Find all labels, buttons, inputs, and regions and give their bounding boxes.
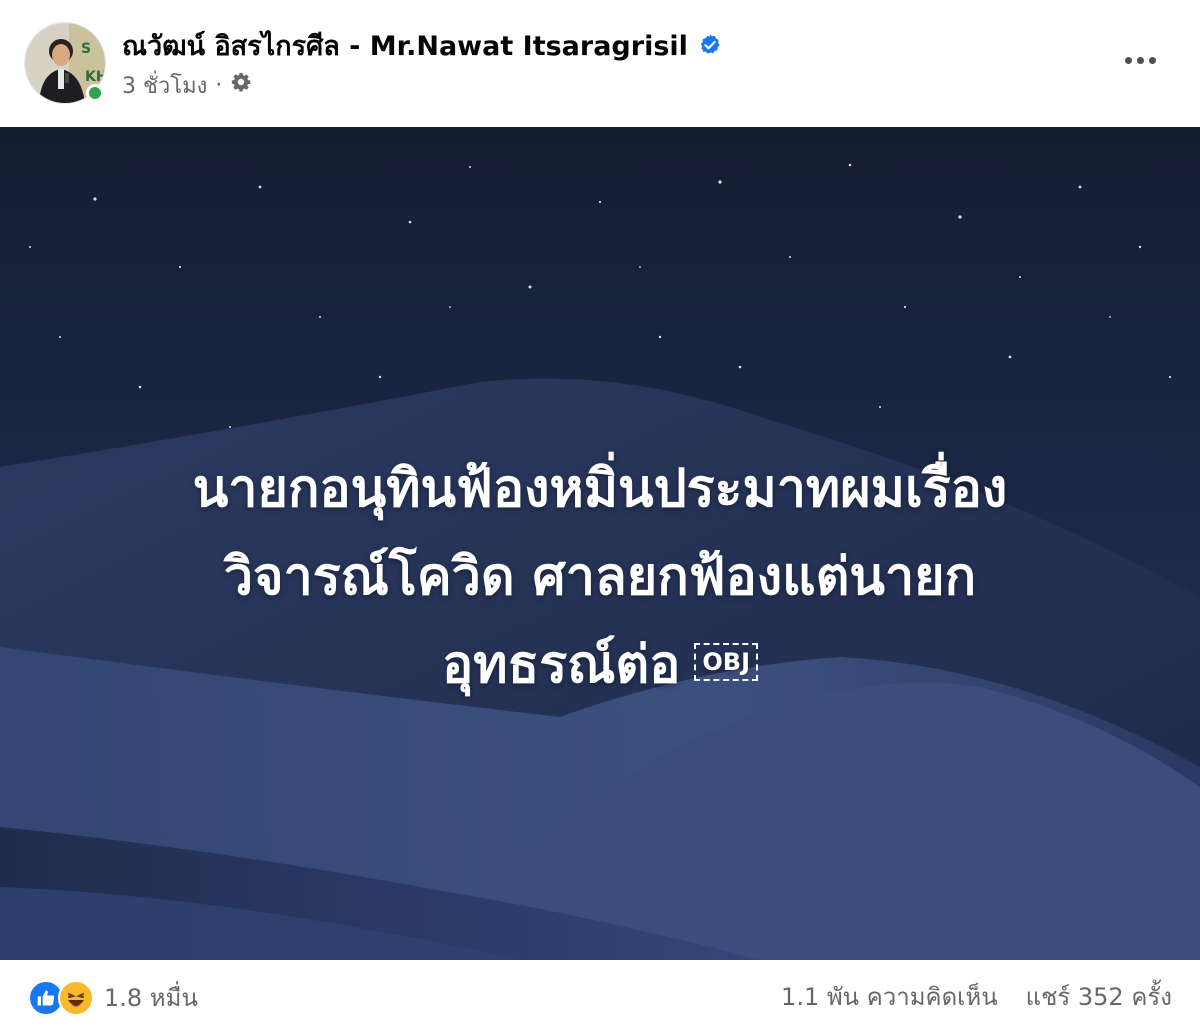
author-name[interactable]: ณวัฒน์ อิสรไกรศีล - Mr.Nawat Itsaragrisi… (122, 24, 688, 67)
meta-separator: · (215, 72, 223, 98)
haha-reaction-icon (58, 979, 94, 1016)
svg-text:S: S (81, 41, 91, 57)
post-image[interactable]: นายกอนุทินฟ้องหมิ่นประมาทผมเรื่อง วิจารณ… (0, 127, 1200, 960)
dot (1124, 56, 1132, 64)
reaction-count: 1.8 หมื่น (104, 984, 198, 1012)
object-placeholder: OBJ (694, 643, 759, 681)
post-meta: 3 ชั่วโมง · (122, 70, 252, 100)
overlay-line-2: วิจารณ์โควิด ศาลยกฟ้องแต่นายก (223, 547, 977, 607)
image-overlay-text: นายกอนุทินฟ้องหมิ่นประมาทผมเรื่อง วิจารณ… (60, 445, 1140, 709)
more-options-icon[interactable] (1120, 44, 1160, 76)
comments-count-link[interactable]: 1.1 พัน ความคิดเห็น (781, 977, 998, 1016)
overlay-line-1: นายกอนุทินฟ้องหมิ่นประมาทผมเรื่อง (192, 459, 1008, 519)
svg-text:KH: KH (85, 69, 105, 85)
reactions-summary[interactable]: 1.8 หมื่น (28, 978, 198, 1017)
shares-count-link[interactable]: แชร์ 352 ครั้ง (1026, 977, 1172, 1016)
online-status-indicator (86, 84, 104, 102)
engagement-stats: 1.1 พัน ความคิดเห็น แชร์ 352 ครั้ง (781, 978, 1172, 1014)
dot (1136, 56, 1144, 64)
author-avatar[interactable]: S KH (24, 22, 106, 104)
post-header: S KH ณวัฒน์ อิสรไกรศีล - Mr.Nawat Itsara… (0, 0, 1200, 127)
dot (1148, 56, 1156, 64)
reaction-icons (28, 979, 94, 1016)
post-footer: 1.8 หมื่น 1.1 พัน ความคิดเห็น แชร์ 352 ค… (0, 960, 1200, 1027)
post-timestamp[interactable]: 3 ชั่วโมง (122, 68, 207, 103)
overlay-line-3-text: อุทธรณ์ต่อ (441, 635, 681, 695)
gear-icon[interactable] (230, 71, 252, 99)
author-line: ณวัฒน์ อิสรไกรศีล - Mr.Nawat Itsaragrisi… (122, 26, 722, 64)
overlay-line-3: อุทธรณ์ต่อ OBJ (60, 621, 1140, 709)
verified-badge-icon (698, 33, 722, 57)
